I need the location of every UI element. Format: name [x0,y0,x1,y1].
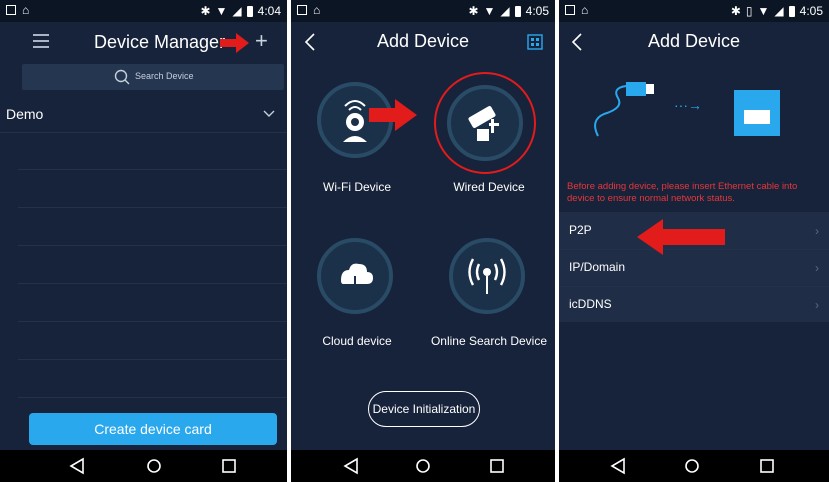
group-name: Demo [6,106,44,122]
cloud-device-option[interactable]: Cloud device [291,234,423,354]
online-search-device-option[interactable]: Online Search Device [423,234,555,354]
home-nav-icon[interactable] [413,457,433,475]
broadcast-icon [449,238,525,314]
bluetooth-icon: ✱ [200,4,211,18]
option-label: icDDNS [569,297,612,311]
page-title: Device Manager [94,32,226,52]
device-group-row[interactable]: Demo [0,96,287,133]
device-initialization-button[interactable]: Device Initialization [368,391,480,427]
option-icddns[interactable]: icDDNS › [559,286,829,323]
home-icon: ⌂ [581,3,589,17]
qr-scan-icon[interactable] [527,34,543,50]
menu-icon[interactable] [33,34,49,48]
battery-icon [788,5,795,17]
signal-icon: ◢ [774,4,784,18]
recents-nav-icon[interactable] [487,457,507,475]
svg-text:···→: ···→ [674,97,702,113]
device-manager-screen: ⌂ ✱ ▼ ◢ 4:04 Device Manager + Search Dev… [0,0,287,482]
home-icon: ⌂ [313,3,321,17]
red-arrow-pointer [637,219,725,255]
home-nav-icon[interactable] [144,457,164,475]
page-title: Add Device [647,31,741,51]
wifi-device-option[interactable]: Wi-Fi Device [291,78,423,198]
red-arrow-pointer [369,99,417,131]
back-nav-icon[interactable] [341,457,361,475]
option-label: P2P [569,223,592,237]
chevron-right-icon: › [815,261,819,275]
cloud-download-icon [317,238,393,314]
online-search-device-label: Online Search Device [430,334,548,348]
status-bar: ⌂ ✱ ▼ ◢ 4:04 [0,0,287,22]
battery-icon [246,5,253,17]
add-device-button[interactable]: + [255,28,268,54]
add-wired-device-screen: ⌂ ✱ ▯ ▼ ◢ 4:05 Add Device ···→ Before ad… [559,0,829,482]
red-arrow-pointer [220,33,249,53]
wifi-device-label: Wi-Fi Device [323,180,391,194]
system-nav-bar [291,450,555,482]
home-nav-icon[interactable] [682,457,702,475]
status-bar: ⌂ ✱ ▯ ▼ ◢ 4:05 [559,0,829,22]
app-bar: Device Manager + [0,22,287,62]
wifi-icon: ▼ [757,4,770,18]
bluetooth-icon: ✱ [468,4,479,18]
search-icon [114,69,130,85]
page-title: Add Device [376,31,470,51]
search-input[interactable]: Search Device [135,71,194,81]
system-nav-bar [559,450,829,482]
wifi-icon: ▼ [483,4,496,18]
app-bar: Add Device [291,22,555,62]
option-label: IP/Domain [569,260,626,274]
status-time: 4:04 [257,4,281,18]
empty-list [18,132,287,402]
chevron-right-icon: › [815,298,819,312]
wired-device-option[interactable]: Wired Device [423,72,555,198]
status-bar: ⌂ ✱ ▼ ◢ 4:05 [291,0,555,22]
notification-icon [297,5,307,15]
chevron-down-icon [263,110,275,117]
bluetooth-icon: ✱ [730,4,741,18]
signal-icon: ◢ [500,4,510,18]
add-device-screen: ⌂ ✱ ▼ ◢ 4:05 Add Device Wi-Fi Device Wir… [291,0,555,482]
battery-icon [514,5,521,17]
wired-camera-icon [447,85,523,161]
home-icon: ⌂ [22,3,30,17]
chevron-right-icon: › [815,224,819,238]
status-time: 4:05 [799,4,823,18]
back-nav-icon[interactable] [608,457,628,475]
back-nav-icon[interactable] [67,457,87,475]
notification-icon [6,5,16,15]
wifi-icon: ▼ [215,4,228,18]
wired-device-label: Wired Device [453,180,525,194]
search-bar[interactable]: Search Device [22,64,284,90]
notification-icon [565,5,575,15]
create-device-card-button[interactable]: Create device card [29,413,277,445]
recents-nav-icon[interactable] [219,457,239,475]
cloud-device-label: Cloud device [322,334,392,348]
signal-icon: ◢ [232,4,242,18]
app-bar: Add Device [559,22,829,62]
status-time: 4:05 [525,4,549,18]
ethernet-warning: Before adding device, please insert Ethe… [567,181,798,204]
ethernet-illustration: ···→ [594,82,780,137]
recents-nav-icon[interactable] [757,457,777,475]
vibrate-icon: ▯ [745,4,753,18]
system-nav-bar [0,450,287,482]
